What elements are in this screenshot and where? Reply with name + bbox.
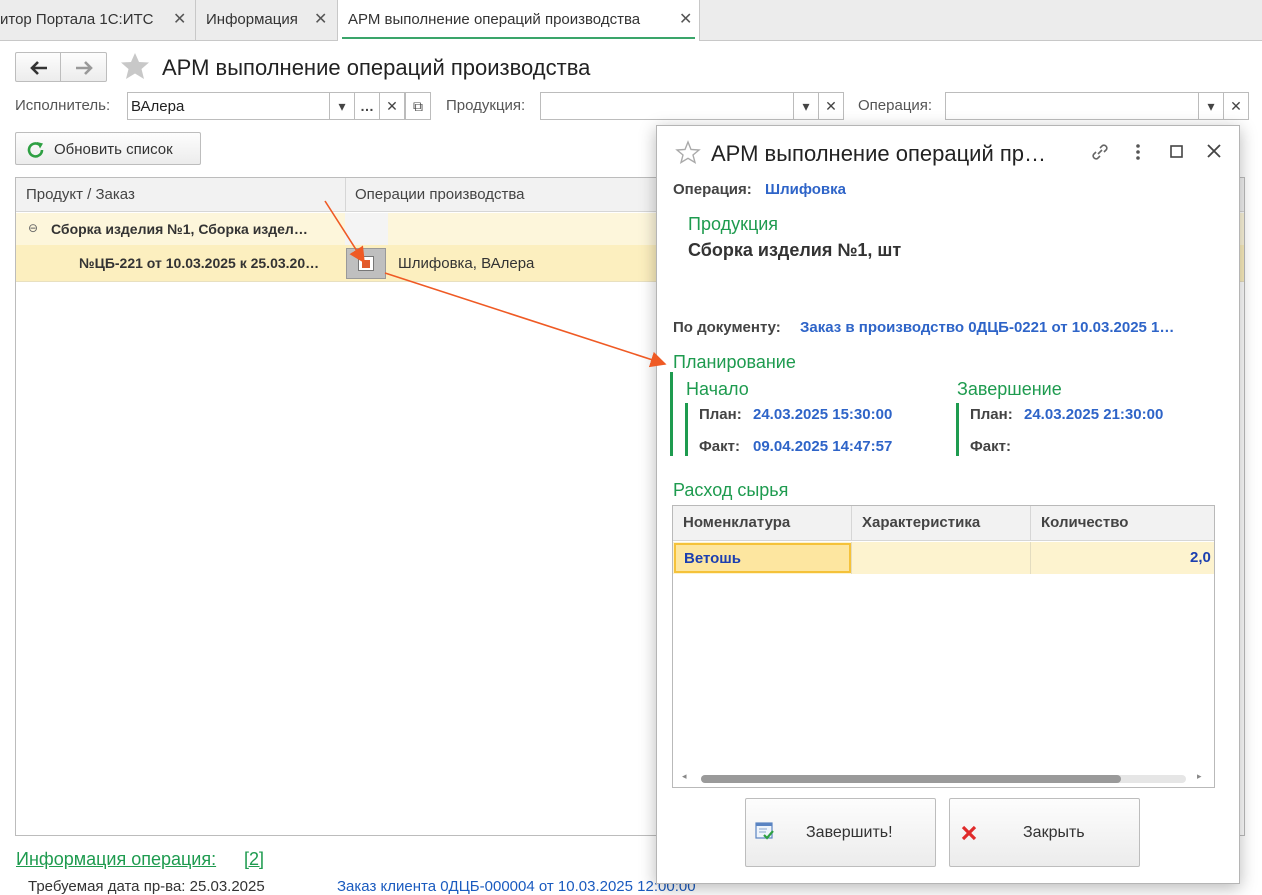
- raw-materials-grid[interactable]: Номенклатура Характеристика Количество В…: [672, 505, 1215, 788]
- operation-status-icon: [358, 256, 374, 271]
- refresh-icon: [27, 142, 44, 158]
- operation-status-button[interactable]: [346, 248, 386, 279]
- operation-cell: Шлифовка, ВАлера: [398, 255, 535, 272]
- end-plan-value: 24.03.2025 21:30:00: [1024, 406, 1164, 423]
- dropdown-icon[interactable]: ▾: [1198, 92, 1224, 120]
- start-plan-label: План:: [699, 406, 742, 423]
- dialog-title: АРМ выполнение операций пр…: [711, 141, 1047, 166]
- maximize-icon[interactable]: [1166, 140, 1188, 164]
- tab-label: итор Портала 1С:ИТС: [0, 11, 154, 28]
- info-operation-title[interactable]: Информация операция:: [16, 849, 216, 870]
- executor-value: ВАлера: [131, 98, 185, 115]
- select-more-icon[interactable]: …: [354, 92, 380, 120]
- column-operations[interactable]: Операции производства: [355, 186, 524, 203]
- horizontal-scrollbar[interactable]: ◂ ▸: [673, 769, 1214, 787]
- refresh-list-button[interactable]: Обновить список: [15, 132, 201, 165]
- start-heading: Начало: [686, 379, 749, 399]
- column-quantity[interactable]: Количество: [1041, 514, 1128, 531]
- document-label: По документу:: [673, 319, 781, 336]
- tab-information[interactable]: Информация ✕: [196, 0, 338, 40]
- arrow-right-icon: [76, 61, 93, 75]
- start-plan-value: 24.03.2025 15:30:00: [753, 406, 893, 423]
- arrow-left-icon: [30, 61, 47, 75]
- back-button[interactable]: [15, 52, 61, 82]
- executor-label: Исполнитель:: [15, 97, 111, 114]
- open-icon[interactable]: ⧉: [405, 92, 431, 120]
- product-value: Сборка изделия №1, шт: [688, 240, 902, 260]
- scroll-thumb[interactable]: [701, 775, 1121, 783]
- end-bar: [956, 403, 959, 456]
- column-divider: [1030, 542, 1031, 574]
- client-order-link[interactable]: Заказ клиента 0ДЦБ-000004 от 10.03.2025 …: [337, 878, 696, 895]
- dropdown-icon[interactable]: ▾: [793, 92, 819, 120]
- close-icon[interactable]: [1203, 140, 1225, 164]
- collapse-icon[interactable]: ⊖: [28, 221, 38, 235]
- order-row-label: №ЦБ-221 от 10.03.2025 к 25.03.20…: [79, 255, 320, 271]
- table-row[interactable]: Ветошь 2,0: [673, 542, 1214, 574]
- scroll-right-icon[interactable]: ▸: [1197, 771, 1202, 782]
- tab-label: Информация: [206, 11, 298, 28]
- operation-dialog: АРМ выполнение операций пр… Операция: Шл…: [656, 125, 1240, 884]
- operation-label: Операция:: [673, 181, 752, 198]
- close-icon[interactable]: ✕: [679, 9, 692, 29]
- start-bar: [685, 403, 688, 456]
- clear-icon[interactable]: ✕: [1223, 92, 1249, 120]
- tab-its-monitor[interactable]: итор Портала 1С:ИТС ✕: [0, 0, 196, 40]
- quantity-value: 2,0: [1190, 549, 1211, 566]
- column-divider: [1030, 506, 1031, 541]
- scroll-left-icon[interactable]: ◂: [682, 771, 687, 782]
- close-icon[interactable]: ✕: [173, 9, 186, 29]
- column-divider: [345, 178, 346, 212]
- operation-field[interactable]: [945, 92, 1199, 120]
- favorite-star-icon[interactable]: [675, 140, 701, 164]
- column-divider: [851, 506, 852, 541]
- finish-button[interactable]: Завершить!: [745, 798, 936, 867]
- clear-icon[interactable]: ✕: [818, 92, 844, 120]
- planning-bar: [670, 372, 673, 456]
- operation-value[interactable]: Шлифовка: [765, 181, 846, 198]
- clear-icon[interactable]: ✕: [379, 92, 405, 120]
- raw-materials-heading: Расход сырья: [673, 480, 789, 500]
- group-row-label: Сборка изделия №1, Сборка издел…: [51, 221, 308, 237]
- product-field[interactable]: [540, 92, 794, 120]
- start-fact-value: 09.04.2025 14:47:57: [753, 438, 893, 455]
- close-label: Закрыть: [1023, 824, 1085, 841]
- forward-button[interactable]: [61, 52, 107, 82]
- column-divider: [851, 542, 852, 574]
- page-title: АРМ выполнение операций производства: [162, 55, 591, 80]
- raw-grid-header: Номенклатура Характеристика Количество: [673, 506, 1214, 541]
- info-operation-count[interactable]: [2]: [244, 849, 264, 870]
- group-operation-cell: [345, 213, 388, 245]
- more-icon[interactable]: [1128, 140, 1148, 164]
- column-nomenclature[interactable]: Номенклатура: [683, 514, 790, 531]
- nomenclature-cell[interactable]: Ветошь: [674, 543, 851, 573]
- start-fact-label: Факт:: [699, 438, 740, 455]
- end-heading: Завершение: [957, 379, 1062, 399]
- column-product-order[interactable]: Продукт / Заказ: [26, 186, 135, 203]
- close-button[interactable]: Закрыть: [949, 798, 1140, 867]
- close-icon[interactable]: ✕: [314, 9, 327, 29]
- planning-heading: Планирование: [673, 352, 796, 372]
- end-fact-label: Факт:: [970, 438, 1011, 455]
- dropdown-icon[interactable]: ▾: [329, 92, 355, 120]
- product-label: Продукция:: [446, 97, 526, 114]
- tab-label: АРМ выполнение операций производства: [348, 11, 641, 28]
- nomenclature-value: Ветошь: [684, 550, 742, 567]
- operation-label: Операция:: [858, 97, 933, 114]
- end-plan-label: План:: [970, 406, 1013, 423]
- favorite-star-icon[interactable]: [119, 51, 151, 81]
- tab-bar: итор Портала 1С:ИТС ✕ Информация ✕ АРМ в…: [0, 0, 1262, 41]
- required-date: Требуемая дата пр-ва: 25.03.2025: [28, 878, 265, 895]
- document-link[interactable]: Заказ в производство 0ДЦБ-0221 от 10.03.…: [800, 319, 1174, 336]
- refresh-label: Обновить список: [54, 141, 173, 158]
- status-marker: [362, 260, 370, 268]
- executor-field[interactable]: ВАлера: [127, 92, 330, 120]
- product-heading: Продукция: [688, 214, 779, 234]
- finish-label: Завершить!: [806, 824, 893, 841]
- link-icon[interactable]: [1088, 140, 1112, 164]
- close-red-icon: [961, 825, 977, 841]
- column-characteristic[interactable]: Характеристика: [862, 514, 980, 531]
- tab-arm-operations[interactable]: АРМ выполнение операций производства ✕: [338, 0, 700, 41]
- document-check-icon: [755, 822, 774, 840]
